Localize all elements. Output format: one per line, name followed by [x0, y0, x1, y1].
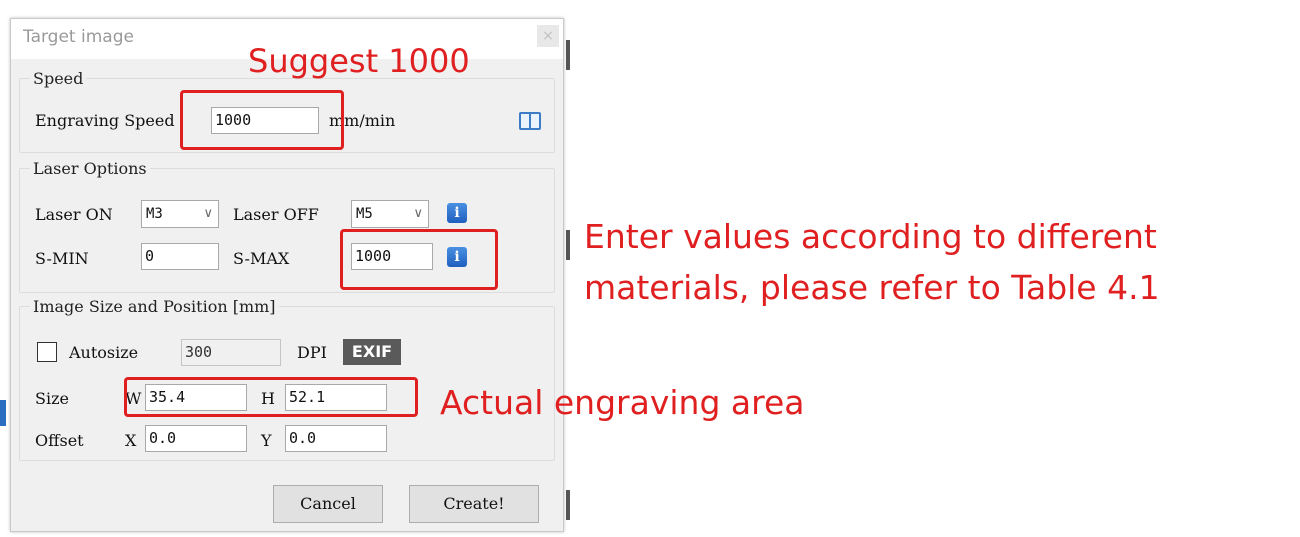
s-min-label: S-MIN — [35, 249, 89, 268]
exif-button[interactable]: EXIF — [343, 339, 401, 365]
x-label: X — [125, 431, 137, 450]
laser-off-label: Laser OFF — [233, 205, 319, 224]
offset-label: Offset — [35, 431, 84, 450]
suggest-annotation: Suggest 1000 — [248, 42, 470, 80]
s-min-input[interactable]: 0 — [141, 243, 219, 270]
autosize-label: Autosize — [69, 343, 139, 362]
area-annotation: Actual engraving area — [440, 383, 805, 422]
background-fragment — [566, 490, 570, 520]
create-button[interactable]: Create! — [409, 485, 539, 523]
size-highlight-box — [124, 377, 418, 417]
laser-options-legend: Laser Options — [33, 159, 147, 178]
laser-on-select[interactable]: M3 ∨ — [141, 200, 219, 228]
chevron-down-icon: ∨ — [203, 206, 213, 221]
offset-y-input[interactable]: 0.0 — [285, 425, 387, 452]
background-fragment — [566, 230, 570, 260]
close-button[interactable]: × — [537, 25, 559, 47]
dpi-label: DPI — [297, 343, 327, 362]
image-size-legend: Image Size and Position [mm] — [33, 297, 276, 316]
background-fragment — [0, 400, 6, 426]
autosize-checkbox[interactable] — [37, 342, 57, 362]
info-icon[interactable]: i — [447, 203, 467, 223]
s-max-highlight-box — [340, 229, 498, 290]
y-label: Y — [261, 431, 272, 450]
speed-highlight-box — [180, 90, 344, 150]
offset-x-input[interactable]: 0.0 — [145, 425, 247, 452]
cancel-button[interactable]: Cancel — [273, 485, 383, 523]
materials-annotation-line2: materials, please refer to Table 4.1 — [584, 268, 1160, 307]
laser-on-label: Laser ON — [35, 205, 113, 224]
book-icon[interactable] — [519, 112, 541, 130]
background-fragment — [566, 40, 570, 70]
size-label: Size — [35, 389, 69, 408]
laser-off-value: M5 — [356, 206, 373, 222]
dialog-title: Target image — [23, 27, 134, 47]
engraving-speed-label: Engraving Speed — [35, 111, 175, 130]
speed-legend: Speed — [33, 69, 84, 88]
chevron-down-icon: ∨ — [413, 206, 423, 221]
dpi-input: 300 — [181, 339, 281, 366]
materials-annotation-line1: Enter values according to different — [584, 217, 1157, 256]
laser-on-value: M3 — [146, 206, 163, 222]
s-max-label: S-MAX — [233, 249, 290, 268]
laser-off-select[interactable]: M5 ∨ — [351, 200, 429, 228]
